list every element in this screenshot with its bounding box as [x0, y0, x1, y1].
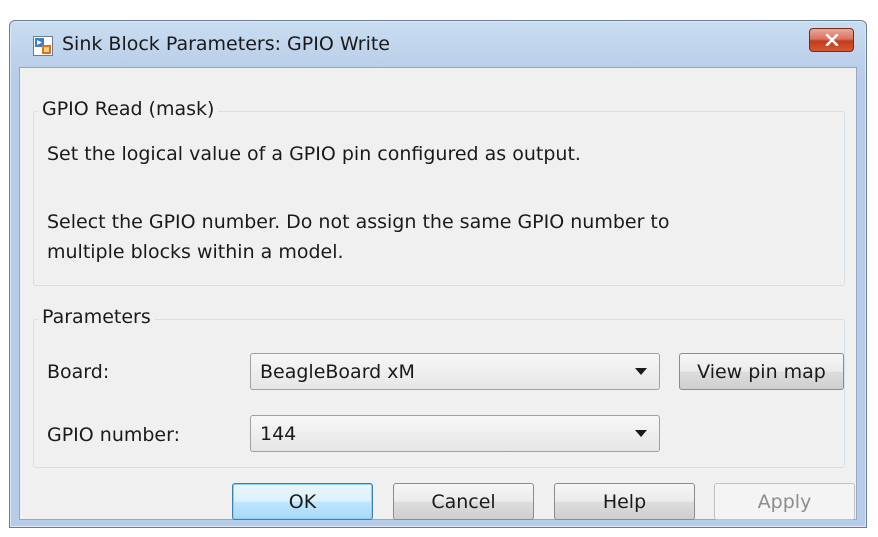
gpio-number-dropdown-value: 144	[260, 423, 297, 445]
help-button[interactable]: Help	[554, 483, 695, 520]
chevron-down-icon	[635, 430, 647, 437]
apply-button[interactable]: Apply	[714, 483, 855, 520]
gpio-number-dropdown[interactable]: 144	[250, 415, 660, 452]
gpio-number-label: GPIO number:	[47, 424, 180, 446]
dialog-window: Sink Block Parameters: GPIO Write GPIO R…	[9, 20, 867, 528]
view-pin-map-button[interactable]: View pin map	[679, 353, 844, 390]
description-line-2: Select the GPIO number. Do not assign th…	[47, 211, 670, 233]
title-bar[interactable]: Sink Block Parameters: GPIO Write	[10, 21, 866, 69]
board-dropdown[interactable]: BeagleBoard xM	[250, 353, 660, 390]
ok-button[interactable]: OK	[232, 483, 373, 520]
description-line-3: multiple blocks within a model.	[47, 241, 344, 263]
description-group-label: GPIO Read (mask)	[38, 98, 219, 120]
close-button[interactable]	[809, 28, 854, 52]
cancel-button[interactable]: Cancel	[393, 483, 534, 520]
dialog-body: GPIO Read (mask) Set the logical value o…	[19, 67, 857, 520]
board-dropdown-value: BeagleBoard xM	[260, 361, 415, 383]
board-label: Board:	[47, 361, 110, 383]
chevron-down-icon	[635, 368, 647, 375]
simulink-block-icon	[33, 36, 53, 56]
parameters-group-label: Parameters	[38, 306, 155, 328]
close-icon	[825, 34, 838, 46]
window-title: Sink Block Parameters: GPIO Write	[62, 33, 390, 55]
description-line-1: Set the logical value of a GPIO pin conf…	[47, 143, 581, 165]
